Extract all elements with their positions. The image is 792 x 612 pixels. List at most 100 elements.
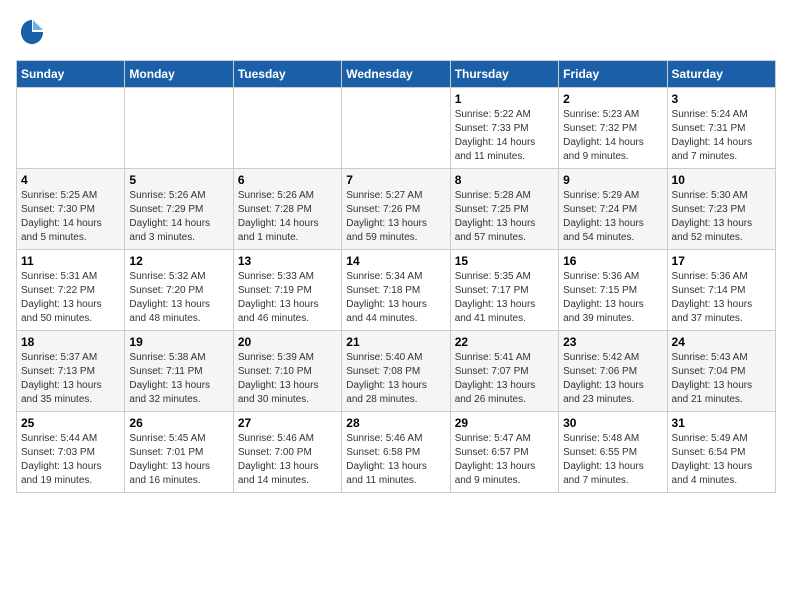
day-info: Sunrise: 5:34 AMSunset: 7:18 PMDaylight:… [346,270,445,326]
calendar-cell: 27 Sunrise: 5:46 AMSunset: 7:00 PMDayligh… [233,412,341,493]
week-row-5: 25 Sunrise: 5:44 AMSunset: 7:03 PMDayligh… [17,412,776,493]
calendar-cell: 31 Sunrise: 5:49 AMSunset: 6:54 PMDayligh… [667,412,775,493]
calendar-cell: 1 Sunrise: 5:22 AMSunset: 7:33 PMDaylight… [450,88,558,169]
calendar-cell: 25 Sunrise: 5:44 AMSunset: 7:03 PMDayligh… [17,412,125,493]
calendar-cell: 23 Sunrise: 5:42 AMSunset: 7:06 PMDayligh… [559,331,667,412]
day-info: Sunrise: 5:26 AMSunset: 7:28 PMDaylight:… [238,189,337,245]
day-number: 6 [238,173,337,187]
calendar-cell: 30 Sunrise: 5:48 AMSunset: 6:55 PMDayligh… [559,412,667,493]
day-info: Sunrise: 5:28 AMSunset: 7:25 PMDaylight:… [455,189,554,245]
week-row-3: 11 Sunrise: 5:31 AMSunset: 7:22 PMDayligh… [17,250,776,331]
day-number: 3 [672,92,771,106]
day-number: 10 [672,173,771,187]
day-number: 30 [563,416,662,430]
day-info: Sunrise: 5:43 AMSunset: 7:04 PMDaylight:… [672,351,771,407]
calendar-cell [125,88,233,169]
day-info: Sunrise: 5:47 AMSunset: 6:57 PMDaylight:… [455,432,554,488]
calendar-table: SundayMondayTuesdayWednesdayThursdayFrid… [16,60,776,493]
calendar-cell: 6 Sunrise: 5:26 AMSunset: 7:28 PMDaylight… [233,169,341,250]
calendar-cell [17,88,125,169]
header-monday: Monday [125,61,233,88]
day-number: 20 [238,335,337,349]
calendar-cell: 22Sunrise: 5:41 AMSunset: 7:07 PMDayligh… [450,331,558,412]
day-info: Sunrise: 5:33 AMSunset: 7:19 PMDaylight:… [238,270,337,326]
calendar-cell: 5Sunrise: 5:26 AMSunset: 7:29 PMDaylight… [125,169,233,250]
calendar-cell: 12 Sunrise: 5:32 AMSunset: 7:20 PMDayligh… [125,250,233,331]
day-number: 22 [455,335,554,349]
day-info: Sunrise: 5:39 AMSunset: 7:10 PMDaylight:… [238,351,337,407]
day-info: Sunrise: 5:36 AMSunset: 7:15 PMDaylight:… [563,270,662,326]
day-number: 12 [129,254,228,268]
day-number: 14 [346,254,445,268]
day-number: 21 [346,335,445,349]
day-info: Sunrise: 5:44 AMSunset: 7:03 PMDaylight:… [21,432,120,488]
day-number: 19 [129,335,228,349]
calendar-cell: 18Sunrise: 5:37 AMSunset: 7:13 PMDayligh… [17,331,125,412]
calendar-cell [342,88,450,169]
header-saturday: Saturday [667,61,775,88]
day-info: Sunrise: 5:24 AMSunset: 7:31 PMDaylight:… [672,108,771,164]
day-number: 29 [455,416,554,430]
day-number: 4 [21,173,120,187]
day-info: Sunrise: 5:35 AMSunset: 7:17 PMDaylight:… [455,270,554,326]
calendar-cell: 26Sunrise: 5:45 AMSunset: 7:01 PMDayligh… [125,412,233,493]
header-wednesday: Wednesday [342,61,450,88]
calendar-cell: 7 Sunrise: 5:27 AMSunset: 7:26 PMDaylight… [342,169,450,250]
calendar-cell: 11 Sunrise: 5:31 AMSunset: 7:22 PMDayligh… [17,250,125,331]
day-number: 8 [455,173,554,187]
day-number: 16 [563,254,662,268]
day-info: Sunrise: 5:42 AMSunset: 7:06 PMDaylight:… [563,351,662,407]
week-row-4: 18Sunrise: 5:37 AMSunset: 7:13 PMDayligh… [17,331,776,412]
day-info: Sunrise: 5:27 AMSunset: 7:26 PMDaylight:… [346,189,445,245]
day-number: 1 [455,92,554,106]
day-number: 25 [21,416,120,430]
header-friday: Friday [559,61,667,88]
day-info: Sunrise: 5:23 AMSunset: 7:32 PMDaylight:… [563,108,662,164]
day-number: 9 [563,173,662,187]
day-info: Sunrise: 5:36 AMSunset: 7:14 PMDaylight:… [672,270,771,326]
week-row-2: 4 Sunrise: 5:25 AMSunset: 7:30 PMDaylight… [17,169,776,250]
week-row-1: 1 Sunrise: 5:22 AMSunset: 7:33 PMDaylight… [17,88,776,169]
calendar-cell: 8 Sunrise: 5:28 AMSunset: 7:25 PMDaylight… [450,169,558,250]
header-sunday: Sunday [17,61,125,88]
day-number: 31 [672,416,771,430]
day-number: 2 [563,92,662,106]
day-info: Sunrise: 5:30 AMSunset: 7:23 PMDaylight:… [672,189,771,245]
calendar-cell: 17Sunrise: 5:36 AMSunset: 7:14 PMDayligh… [667,250,775,331]
day-info: Sunrise: 5:22 AMSunset: 7:33 PMDaylight:… [455,108,554,164]
day-info: Sunrise: 5:46 AMSunset: 6:58 PMDaylight:… [346,432,445,488]
day-info: Sunrise: 5:48 AMSunset: 6:55 PMDaylight:… [563,432,662,488]
day-info: Sunrise: 5:29 AMSunset: 7:24 PMDaylight:… [563,189,662,245]
calendar-cell: 2 Sunrise: 5:23 AMSunset: 7:32 PMDaylight… [559,88,667,169]
calendar-cell: 10 Sunrise: 5:30 AMSunset: 7:23 PMDayligh… [667,169,775,250]
day-info: Sunrise: 5:25 AMSunset: 7:30 PMDaylight:… [21,189,120,245]
day-number: 7 [346,173,445,187]
day-number: 15 [455,254,554,268]
day-info: Sunrise: 5:37 AMSunset: 7:13 PMDaylight:… [21,351,120,407]
calendar-cell: 24 Sunrise: 5:43 AMSunset: 7:04 PMDayligh… [667,331,775,412]
day-info: Sunrise: 5:45 AMSunset: 7:01 PMDaylight:… [129,432,228,488]
day-info: Sunrise: 5:49 AMSunset: 6:54 PMDaylight:… [672,432,771,488]
calendar-cell: 4 Sunrise: 5:25 AMSunset: 7:30 PMDaylight… [17,169,125,250]
calendar-cell: 29 Sunrise: 5:47 AMSunset: 6:57 PMDayligh… [450,412,558,493]
day-info: Sunrise: 5:38 AMSunset: 7:11 PMDaylight:… [129,351,228,407]
logo-icon [16,16,48,48]
calendar-cell [233,88,341,169]
calendar-cell: 19 Sunrise: 5:38 AMSunset: 7:11 PMDayligh… [125,331,233,412]
day-info: Sunrise: 5:32 AMSunset: 7:20 PMDaylight:… [129,270,228,326]
day-number: 11 [21,254,120,268]
calendar-cell: 16 Sunrise: 5:36 AMSunset: 7:15 PMDayligh… [559,250,667,331]
day-number: 13 [238,254,337,268]
day-info: Sunrise: 5:46 AMSunset: 7:00 PMDaylight:… [238,432,337,488]
day-number: 23 [563,335,662,349]
calendar-cell: 14 Sunrise: 5:34 AMSunset: 7:18 PMDayligh… [342,250,450,331]
day-number: 27 [238,416,337,430]
calendar-cell: 3 Sunrise: 5:24 AMSunset: 7:31 PMDaylight… [667,88,775,169]
calendar-cell: 15 Sunrise: 5:35 AMSunset: 7:17 PMDayligh… [450,250,558,331]
day-info: Sunrise: 5:31 AMSunset: 7:22 PMDaylight:… [21,270,120,326]
header-thursday: Thursday [450,61,558,88]
calendar-cell: 13 Sunrise: 5:33 AMSunset: 7:19 PMDayligh… [233,250,341,331]
calendar-cell: 9 Sunrise: 5:29 AMSunset: 7:24 PMDaylight… [559,169,667,250]
header-tuesday: Tuesday [233,61,341,88]
day-number: 24 [672,335,771,349]
